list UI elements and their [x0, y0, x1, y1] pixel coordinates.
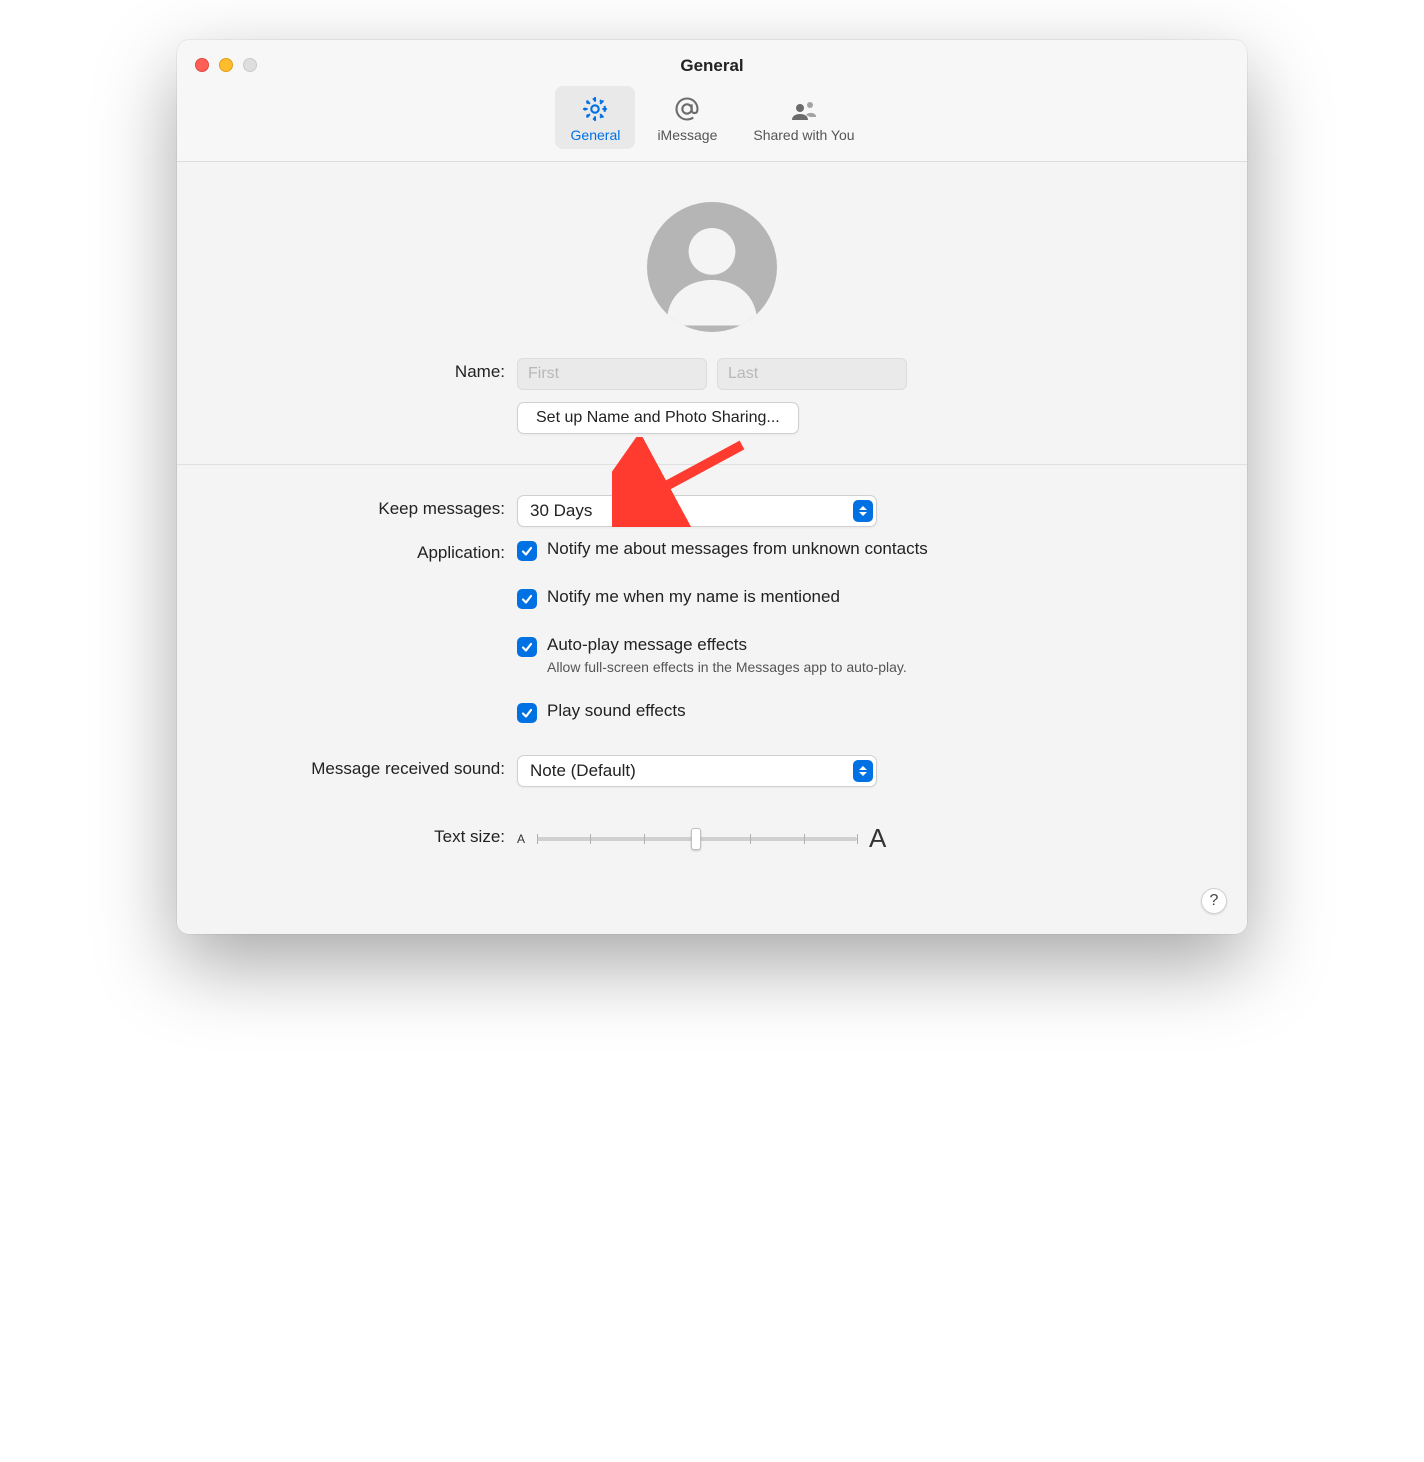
tab-label: Shared with You [753, 127, 854, 143]
checkbox-label: Notify me when my name is mentioned [547, 587, 840, 607]
window-title: General [177, 40, 1247, 76]
toolbar-tabs: General iMessage [177, 86, 1247, 149]
help-button[interactable]: ? [1201, 888, 1227, 914]
close-window-button[interactable] [195, 58, 209, 72]
text-size-min-label: A [517, 832, 525, 846]
tab-imessage[interactable]: iMessage [643, 86, 731, 149]
tab-label: iMessage [657, 127, 717, 143]
titlebar: General General [177, 40, 1247, 162]
minimize-window-button[interactable] [219, 58, 233, 72]
at-icon [673, 94, 701, 124]
keep-messages-label: Keep messages: [217, 495, 517, 519]
profile-avatar[interactable] [647, 202, 777, 332]
tab-label: General [571, 127, 621, 143]
first-name-input[interactable] [517, 358, 707, 390]
preferences-window: General General [177, 40, 1247, 934]
sound-label: Message received sound: [217, 755, 517, 779]
tab-general[interactable]: General [555, 86, 635, 149]
received-sound-select[interactable]: Note (Default) [517, 755, 877, 787]
gear-icon [581, 94, 609, 124]
notify-mention-checkbox[interactable] [517, 589, 537, 609]
checkbox-label: Notify me about messages from unknown co… [547, 539, 928, 559]
text-size-label: Text size: [217, 823, 517, 847]
notify-unknown-checkbox[interactable] [517, 541, 537, 561]
play-sound-checkbox[interactable] [517, 703, 537, 723]
slider-thumb[interactable] [691, 828, 701, 850]
checkbox-label: Auto-play message effects [547, 635, 907, 655]
maximize-window-button[interactable] [243, 58, 257, 72]
text-size-max-label: A [869, 823, 886, 854]
autoplay-effects-checkbox[interactable] [517, 637, 537, 657]
setup-name-photo-button[interactable]: Set up Name and Photo Sharing... [517, 402, 799, 434]
checkbox-label: Play sound effects [547, 701, 686, 721]
tab-shared-with-you[interactable]: Shared with You [739, 86, 868, 149]
checkbox-sublabel: Allow full-screen effects in the Message… [547, 659, 907, 675]
last-name-input[interactable] [717, 358, 907, 390]
traffic-lights [195, 58, 257, 72]
name-label: Name: [217, 358, 517, 382]
keep-messages-select[interactable]: 30 Days [517, 495, 877, 527]
text-size-slider[interactable] [537, 829, 857, 849]
application-label: Application: [217, 539, 517, 563]
divider [177, 464, 1247, 465]
people-icon [788, 94, 820, 124]
content-area: Name: Set up Name and Photo Sharing... [177, 162, 1247, 934]
